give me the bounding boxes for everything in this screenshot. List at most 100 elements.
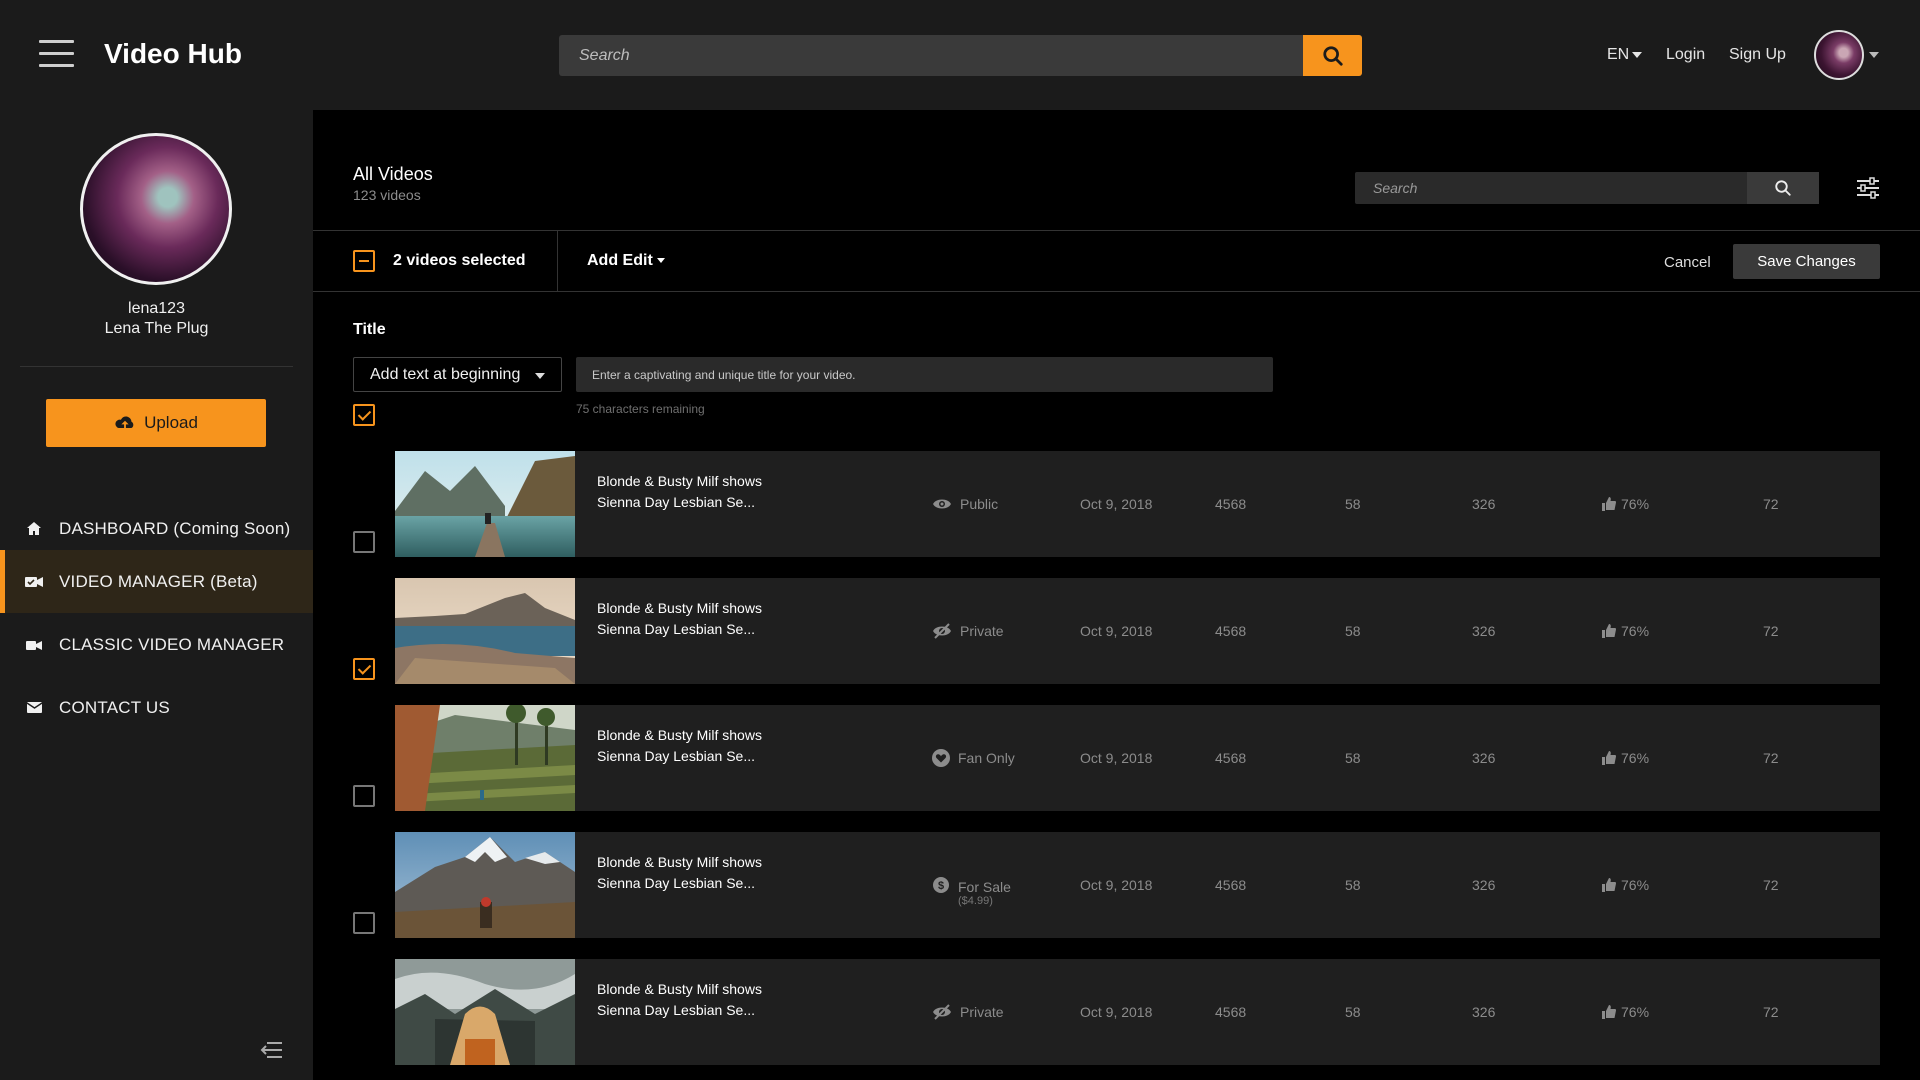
video-views: 4568 [1215, 496, 1247, 512]
sidebar-item-label: DASHBOARD (Coming Soon) [59, 518, 291, 538]
video-status-text: For Sale [958, 879, 1011, 895]
thumbs-up-icon [1602, 751, 1616, 765]
video-title-line: Sienna Day Lesbian Se... [597, 494, 755, 510]
title-mode-select[interactable]: Add text at beginning [353, 357, 562, 392]
avatar-chevron-down-icon[interactable] [1869, 52, 1879, 58]
profile-display-name: Lena The Plug [104, 320, 209, 337]
toolbar-top-divider [313, 230, 1920, 231]
sidebar-item-contact-us[interactable]: CONTACT US [0, 676, 313, 739]
video-title[interactable]: Blonde & Busty Milf shows Sienna Day Lesb… [597, 725, 857, 767]
dollar-icon: $ [933, 877, 949, 893]
camera-icon [25, 636, 43, 654]
video-title-line: Blonde & Busty Milf shows [597, 600, 762, 616]
sidebar-divider [20, 366, 293, 367]
video-stat-b: 326 [1472, 1004, 1496, 1020]
video-stat-c: 72 [1763, 877, 1779, 893]
title-text-input[interactable] [576, 357, 1273, 392]
sidebar-item-label: CLASSIC VIDEO MANAGER [59, 634, 285, 654]
video-title[interactable]: Blonde & Busty Milf shows Sienna Day Lesb… [597, 852, 857, 894]
row-checkbox[interactable] [353, 912, 375, 934]
chevron-down-icon [535, 373, 545, 379]
video-title[interactable]: Blonde & Busty Milf shows Sienna Day Lesb… [597, 598, 857, 640]
video-search-input[interactable] [1355, 172, 1747, 204]
chevron-down-icon [1632, 51, 1643, 58]
video-rating: 76% [1602, 578, 1649, 684]
signup-link[interactable]: Sign Up [1729, 46, 1786, 64]
main-content: All Videos 123 videos 2 videos selected … [313, 110, 1920, 1080]
eye-slash-icon [933, 623, 951, 639]
title-section-label: Title [353, 321, 386, 338]
thumbs-up-icon [1602, 1005, 1616, 1019]
search-icon [1322, 45, 1343, 66]
video-row[interactable]: Blonde & Busty Milf shows Sienna Day Lesb… [395, 832, 1880, 938]
heart-icon [932, 749, 950, 767]
video-row[interactable]: Blonde & Busty Milf shows Sienna Day Lesb… [395, 578, 1880, 684]
video-title[interactable]: Blonde & Busty Milf shows Sienna Day Lesb… [597, 979, 857, 1021]
row-checkbox[interactable] [353, 658, 375, 680]
login-link[interactable]: Login [1666, 46, 1705, 64]
home-icon [25, 520, 43, 538]
video-stat-b: 326 [1472, 623, 1496, 639]
video-row[interactable]: Blonde & Busty Milf shows Sienna Day Lesb… [395, 705, 1880, 811]
toolbar-bottom-divider [313, 291, 1920, 292]
save-changes-button[interactable]: Save Changes [1733, 244, 1880, 279]
add-edit-dropdown[interactable]: Add Edit [587, 252, 665, 270]
language-label: EN [1607, 46, 1630, 63]
video-thumbnail[interactable] [395, 578, 575, 684]
upload-button[interactable]: Upload [46, 399, 266, 447]
thumbs-up-icon [1602, 497, 1616, 511]
video-stat-b: 326 [1472, 877, 1496, 893]
video-thumbnail[interactable] [395, 451, 575, 557]
collapse-sidebar-icon[interactable] [259, 1040, 283, 1060]
video-title[interactable]: Blonde & Busty Milf shows Sienna Day Lesb… [597, 471, 857, 513]
row-checkbox[interactable] [353, 404, 375, 426]
video-search-button[interactable] [1747, 172, 1819, 204]
row-checkbox[interactable] [353, 785, 375, 807]
video-date: Oct 9, 2018 [1080, 877, 1153, 893]
video-search [1355, 172, 1819, 204]
user-avatar[interactable] [1814, 30, 1864, 80]
video-title-line: Sienna Day Lesbian Se... [597, 875, 755, 891]
video-title-line: Blonde & Busty Milf shows [597, 473, 762, 489]
eye-slash-icon [933, 1004, 951, 1020]
sidebar-item-video-manager[interactable]: VIDEO MANAGER (Beta) [0, 550, 313, 613]
hamburger-menu-icon[interactable] [39, 40, 74, 70]
video-rating-value: 76% [1621, 623, 1650, 639]
select-all-checkbox[interactable] [353, 250, 375, 272]
video-stat-a: 58 [1345, 623, 1361, 639]
video-rating: 76% [1602, 959, 1649, 1065]
envelope-icon [25, 699, 43, 717]
video-title-line: Blonde & Busty Milf shows [597, 981, 762, 997]
global-search-input[interactable] [559, 35, 1302, 76]
row-checkbox[interactable] [353, 531, 375, 553]
video-thumbnail[interactable] [395, 705, 575, 811]
cancel-button[interactable]: Cancel [1664, 254, 1711, 271]
video-rating: 76% [1602, 705, 1649, 811]
toolbar-divider [557, 231, 558, 291]
video-row[interactable]: Blonde & Busty Milf shows Sienna Day Lesb… [395, 451, 1880, 557]
video-stat-a: 58 [1345, 750, 1361, 766]
video-status-label: Private [960, 1004, 1004, 1020]
video-price: ($4.99) [958, 895, 993, 907]
video-thumbnail[interactable] [395, 959, 575, 1065]
video-status: Fan Only [932, 705, 1015, 811]
video-thumbnail[interactable] [395, 832, 575, 938]
video-stat-c: 72 [1763, 1004, 1779, 1020]
sidebar-item-classic-video-manager[interactable]: CLASSIC VIDEO MANAGER [0, 613, 313, 676]
global-search-button[interactable] [1303, 35, 1362, 76]
video-status-label: For Sale ($4.99) [958, 879, 1011, 907]
sidebar-item-label: CONTACT US [59, 697, 170, 717]
filter-sliders-icon[interactable] [1856, 177, 1880, 199]
cloud-upload-icon [115, 416, 134, 429]
video-date: Oct 9, 2018 [1080, 1004, 1153, 1020]
video-status-label: Private [960, 623, 1004, 639]
video-rating-value: 76% [1621, 750, 1650, 766]
video-count: 123 videos [353, 187, 421, 203]
profile-username: lena123 [128, 300, 185, 317]
language-selector[interactable]: EN [1607, 46, 1643, 64]
app-title[interactable]: Video Hub [104, 38, 242, 70]
video-rating: 76% [1602, 832, 1649, 938]
video-title-line: Blonde & Busty Milf shows [597, 727, 762, 743]
video-row[interactable]: Blonde & Busty Milf shows Sienna Day Lesb… [395, 959, 1880, 1065]
video-status: Private [932, 578, 1004, 684]
